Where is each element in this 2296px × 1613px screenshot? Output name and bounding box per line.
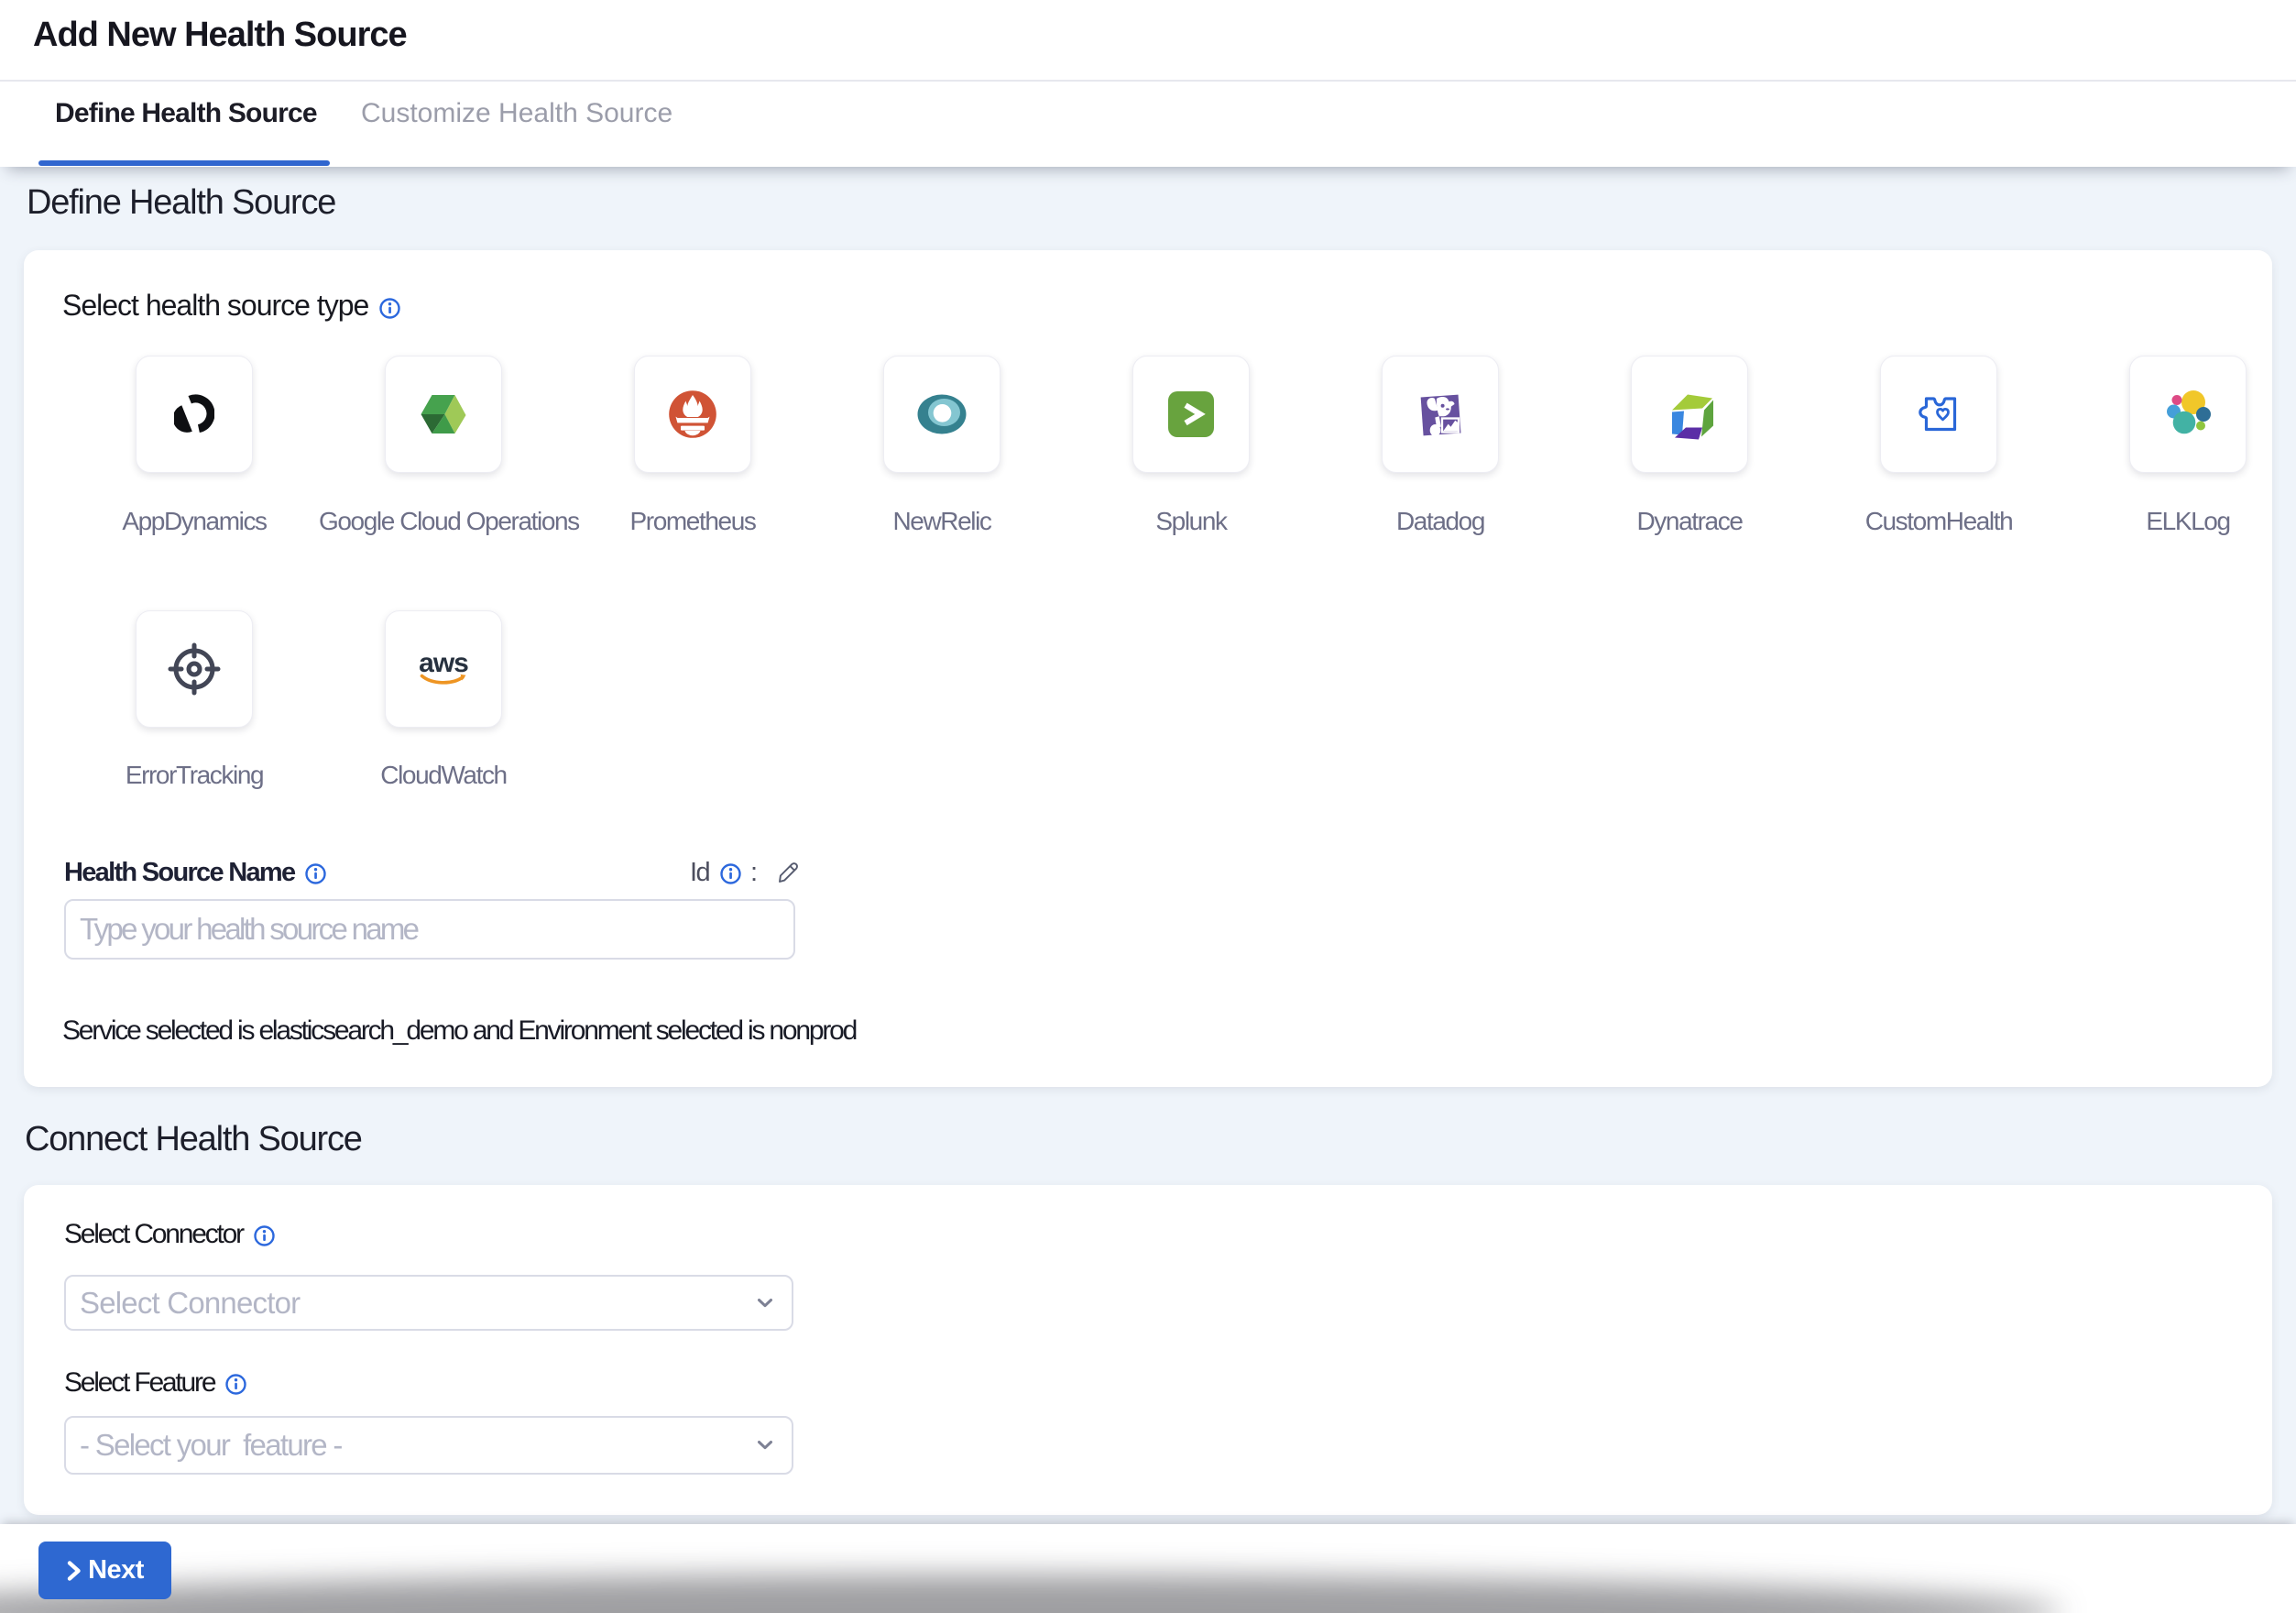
svg-text:aws: aws — [419, 652, 468, 678]
